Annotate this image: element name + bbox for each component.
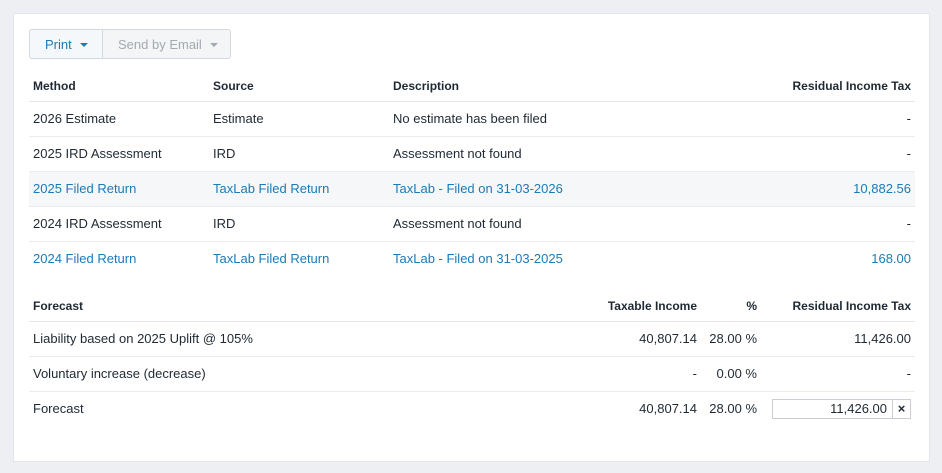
methods-table: Method Source Description Residual Incom… (29, 71, 915, 276)
forecast-row: Liability based on 2025 Uplift @ 105% 40… (29, 321, 915, 357)
residual-income-tax-cell: - (689, 136, 915, 172)
print-button[interactable]: Print (29, 29, 103, 59)
taxable-income-cell: - (589, 356, 701, 392)
residual-income-tax-link[interactable]: 168.00 (689, 241, 915, 276)
forecast-label-cell: Forecast (33, 401, 84, 417)
method-cell: 2026 Estimate (29, 101, 209, 137)
method-link[interactable]: 2025 Filed Return (29, 171, 209, 207)
residual-income-tax-cell: - (689, 206, 915, 242)
column-header-taxable-income: Taxable Income (589, 291, 701, 322)
description-cell: No estimate has been filed (389, 101, 689, 137)
column-header-forecast: Forecast (29, 291, 589, 322)
send-by-email-label: Send by Email (118, 36, 202, 52)
description-cell: Assessment not found (389, 136, 689, 172)
print-button-label: Print (45, 36, 72, 52)
table-row[interactable]: 2024 IRD Assessment IRD Assessment not f… (29, 206, 915, 242)
methods-header-row: Method Source Description Residual Incom… (29, 71, 915, 102)
residual-income-tax-cell: - (761, 356, 915, 392)
source-cell: IRD (209, 136, 389, 172)
source-cell: Estimate (209, 101, 389, 137)
forecast-table: Forecast Taxable Income % Residual Incom… (29, 291, 915, 426)
table-row[interactable]: 2025 IRD Assessment IRD Assessment not f… (29, 136, 915, 172)
send-by-email-button[interactable]: Send by Email (103, 29, 231, 59)
column-header-method: Method (29, 71, 209, 102)
source-link[interactable]: TaxLab Filed Return (209, 171, 389, 207)
table-row-selected[interactable]: 2025 Filed Return TaxLab Filed Return Ta… (29, 171, 915, 207)
residual-income-tax-input-group: × (765, 398, 911, 419)
column-header-residual-income-tax: Residual Income Tax (689, 71, 915, 102)
source-cell: IRD (209, 206, 389, 242)
residual-income-tax-card: Print Send by Email Method Source Descri… (13, 13, 930, 462)
table-row[interactable]: 2026 Estimate Estimate No estimate has b… (29, 101, 915, 137)
source-link[interactable]: TaxLab Filed Return (209, 241, 389, 276)
forecast-header-row: Forecast Taxable Income % Residual Incom… (29, 291, 915, 322)
forecast-label-cell: Voluntary increase (decrease) (29, 356, 589, 392)
column-header-percent: % (701, 291, 761, 322)
method-cell: 2025 IRD Assessment (29, 136, 209, 172)
method-cell: 2024 IRD Assessment (29, 206, 209, 242)
description-cell: Assessment not found (389, 206, 689, 242)
chevron-down-icon (79, 43, 88, 47)
residual-income-tax-input[interactable] (772, 398, 892, 419)
residual-income-tax-cell: 11,426.00 (761, 321, 915, 357)
toolbar-button-group: Print Send by Email (29, 29, 231, 59)
taxable-income-cell: 40,807.14 (589, 321, 701, 357)
percent-cell: 28.00 % (701, 321, 761, 357)
description-link[interactable]: TaxLab - Filed on 31-03-2025 (389, 241, 689, 276)
residual-income-tax-link[interactable]: 10,882.56 (689, 171, 915, 207)
description-link[interactable]: TaxLab - Filed on 31-03-2026 (389, 171, 689, 207)
residual-income-tax-cell: - (689, 101, 915, 137)
forecast-row: Forecast 40,807.14 28.00 % × (29, 391, 915, 426)
column-header-residual-income-tax: Residual Income Tax (761, 291, 915, 322)
percent-cell: 0.00 % (701, 356, 761, 392)
taxable-income-cell: 40,807.14 (639, 401, 697, 417)
column-header-source: Source (209, 71, 389, 102)
forecast-label-cell: Liability based on 2025 Uplift @ 105% (29, 321, 589, 357)
table-row[interactable]: 2024 Filed Return TaxLab Filed Return Ta… (29, 241, 915, 276)
residual-income-tax-input-cell: × (761, 391, 915, 426)
percent-cell: 28.00 % (709, 401, 757, 417)
chevron-down-icon (209, 43, 218, 47)
forecast-row: Voluntary increase (decrease) - 0.00 % - (29, 356, 915, 392)
clear-icon[interactable]: × (892, 398, 911, 419)
method-link[interactable]: 2024 Filed Return (29, 241, 209, 276)
column-header-description: Description (389, 71, 689, 102)
